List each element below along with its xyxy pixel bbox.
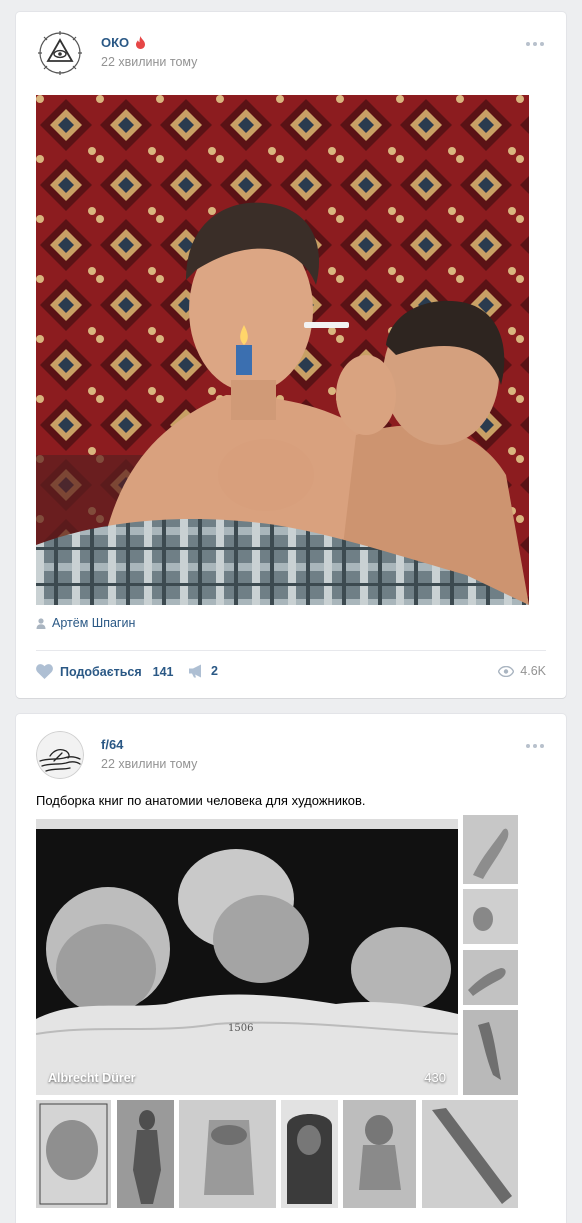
post-oko: ОКО 22 хвилини тому Артём Шпагин Подобає… [16,12,566,698]
share-button[interactable]: 2 [188,664,218,678]
post-f64: f/64 22 хвилини тому Подборка книг по ан… [16,714,566,1223]
photo-thumb[interactable] [422,1100,518,1208]
like-count: 141 [152,664,174,679]
photo-thumb[interactable] [117,1100,174,1208]
photo-image [36,95,529,605]
album-image: 1506 [36,819,458,1095]
svg-text:1506: 1506 [228,1023,253,1034]
f64-logo-icon [36,731,84,779]
oko-logo-icon [36,29,84,77]
photo-thumb[interactable] [463,950,518,1005]
person-icon [36,617,46,629]
signer-name: Артём Шпагин [52,616,136,630]
post-time[interactable]: 22 хвилини тому [101,757,197,771]
album-title: Albrecht Dürer [48,1071,136,1085]
post-signer[interactable]: Артём Шпагин [36,616,135,630]
post-text: Подборка книг по анатомии человека для х… [36,793,366,808]
album-cover[interactable]: 1506 Albrecht Dürer 430 [36,819,458,1095]
photo-thumb[interactable] [463,889,518,944]
share-count: 2 [211,664,218,678]
views-count: 4.6K [520,664,546,678]
post-photo[interactable] [36,95,529,605]
more-icon[interactable] [526,40,546,48]
like-label: Подобається [60,664,142,679]
avatar[interactable] [36,29,84,77]
avatar[interactable] [36,731,84,779]
author-name[interactable]: f/64 [101,737,123,752]
megaphone-icon [189,664,201,678]
fire-icon [135,36,145,49]
post-actions: Подобається 141 2 4.6K [36,664,546,684]
post-time[interactable]: 22 хвилини тому [101,55,197,69]
photo-thumb[interactable] [179,1100,276,1208]
photo-thumb[interactable] [463,1010,518,1095]
author-name[interactable]: ОКО [101,35,129,50]
like-button[interactable]: Подобається 141 [36,664,174,679]
photo-thumb[interactable] [36,1100,111,1208]
divider [36,650,546,651]
heart-icon [36,664,53,679]
views-counter: 4.6K [498,664,546,678]
photo-thumb[interactable] [281,1100,338,1208]
eye-icon [498,665,515,677]
photo-thumb[interactable] [343,1100,416,1208]
more-icon[interactable] [526,742,546,750]
photo-thumb[interactable] [463,815,518,884]
album-count: 430 [424,1070,446,1085]
